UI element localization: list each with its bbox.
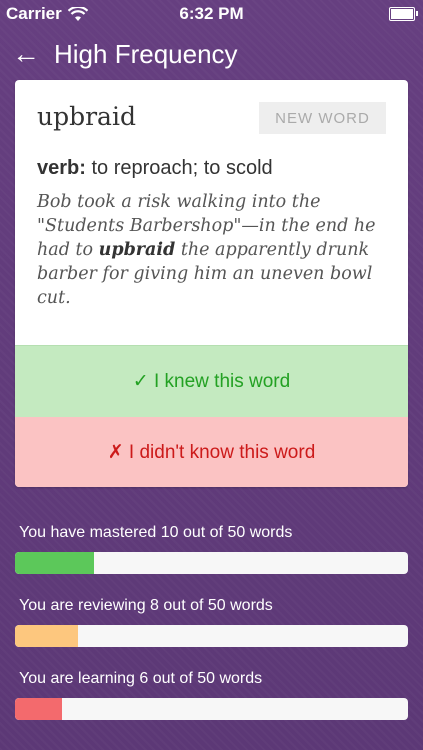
status-bar: Carrier 6:32 PM: [0, 0, 423, 28]
battery-icon: [389, 7, 418, 21]
learning-label: You are learning 6 out of 50 words: [19, 670, 263, 687]
carrier-label: Carrier: [6, 4, 62, 23]
mastered-progress-fill: [15, 552, 94, 574]
learning-progress-fill: [15, 698, 63, 720]
mastered-label: You have mastered 10 out of 50 words: [19, 524, 293, 541]
reviewing-progress: You are reviewing 8 out of 50 words: [15, 597, 408, 647]
word-card: upbraid NEW WORD verb: to reproach; to s…: [15, 80, 408, 487]
mastered-progress: You have mastered 10 out of 50 words: [15, 524, 408, 574]
learning-progress-track: [15, 698, 408, 720]
navigation-bar: ← High Frequency: [0, 34, 423, 74]
new-word-badge: NEW WORD: [259, 102, 386, 134]
mastered-progress-track: [15, 552, 408, 574]
example-sentence: Bob took a risk walking into the "Studen…: [37, 190, 382, 310]
reviewing-progress-track: [15, 625, 408, 647]
vocab-word: upbraid: [37, 102, 136, 131]
definition: verb: to reproach; to scold: [37, 157, 273, 180]
reviewing-progress-fill: [15, 625, 78, 647]
knew-word-button[interactable]: ✓ I knew this word: [15, 345, 408, 418]
back-arrow-icon[interactable]: ←: [0, 40, 54, 68]
page-title: High Frequency: [54, 38, 238, 69]
part-of-speech: verb:: [37, 157, 86, 179]
example-highlight-word: upbraid: [98, 240, 176, 260]
didnt-know-word-button[interactable]: ✗ I didn't know this word: [15, 417, 408, 487]
definition-text: to reproach; to scold: [91, 157, 273, 179]
wifi-icon: [67, 6, 88, 21]
learning-progress: You are learning 6 out of 50 words: [15, 670, 408, 720]
reviewing-label: You are reviewing 8 out of 50 words: [19, 597, 273, 614]
